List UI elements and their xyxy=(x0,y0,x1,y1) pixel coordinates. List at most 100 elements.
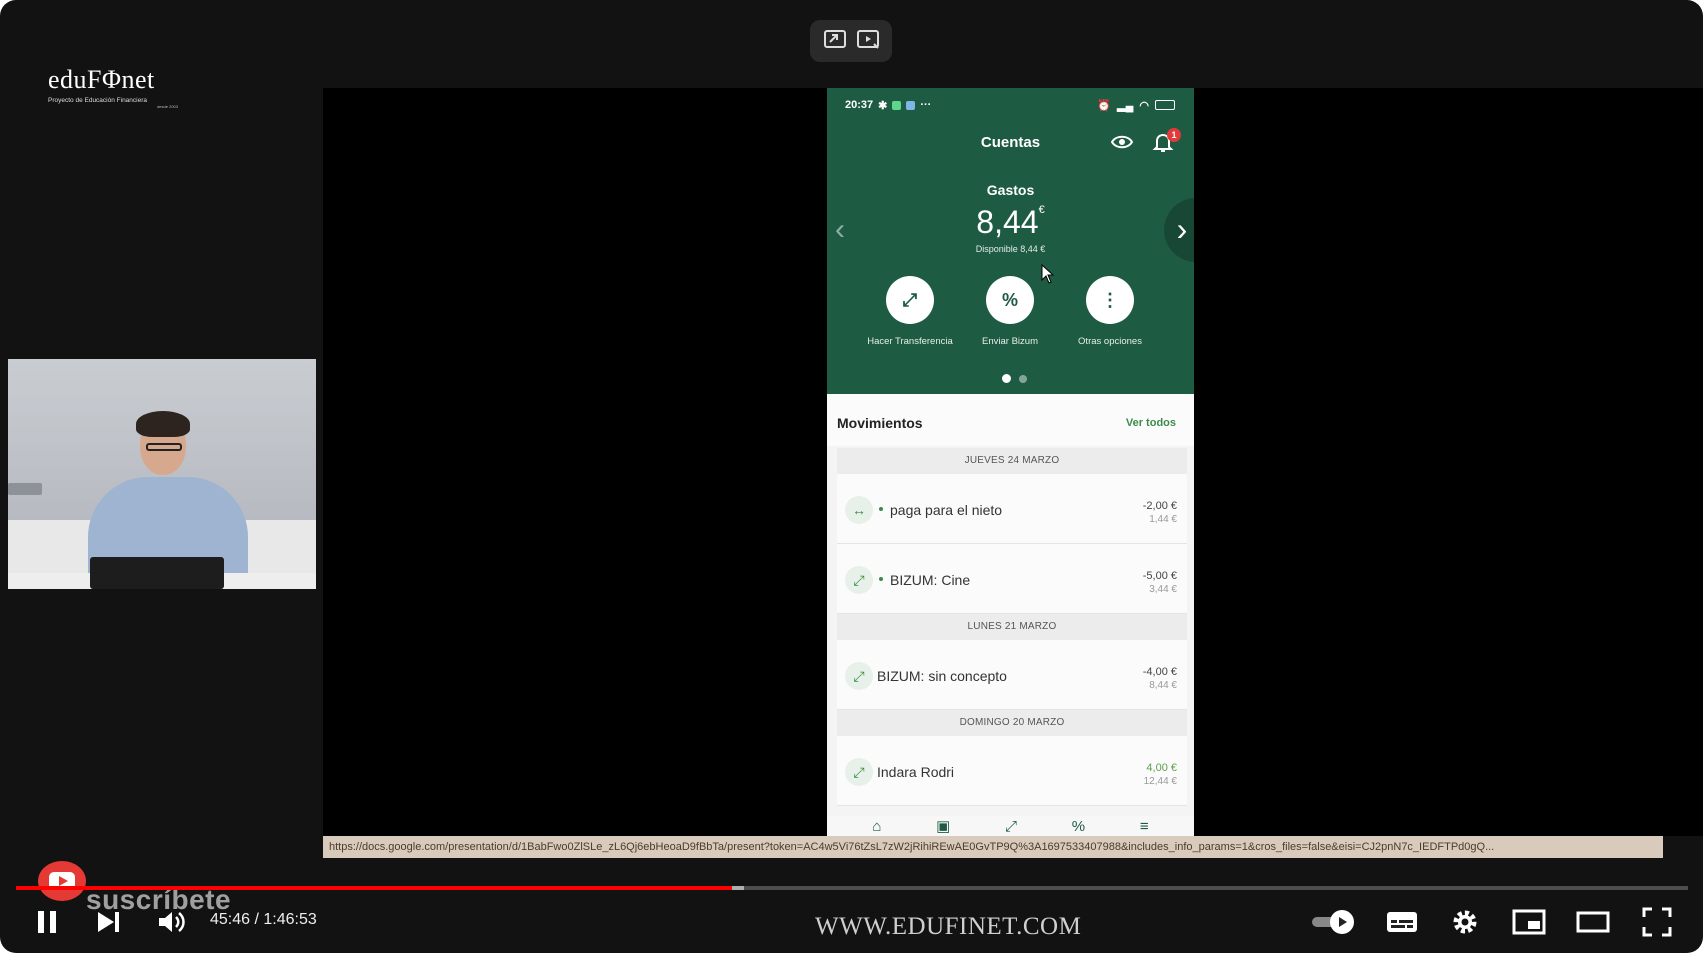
miniplayer-button[interactable] xyxy=(1511,904,1547,940)
autoplay-toggle[interactable] xyxy=(1310,909,1356,935)
volume-button[interactable] xyxy=(154,904,190,940)
video-player[interactable]: eduFΦnet Proyecto de Educación Financier… xyxy=(0,0,1706,953)
transaction-name: Indara Rodri xyxy=(877,764,955,780)
bizum-icon: ⤢ xyxy=(845,662,873,690)
app-notification-icon xyxy=(906,100,916,110)
next-button[interactable] xyxy=(92,904,126,940)
more-options-icon[interactable]: ⋮ xyxy=(1086,276,1134,324)
pause-icon xyxy=(38,911,56,933)
phone-screenshot: 20:37 ✱ ··· ⏰ ▂▄ ◠ Cuentas 1 ‹ › Gastos … xyxy=(827,88,1194,836)
presenter-hair xyxy=(136,411,190,437)
subtitles-button[interactable] xyxy=(1385,904,1419,940)
date-separator: JUEVES 24 MARZO xyxy=(837,448,1187,474)
volume-icon xyxy=(159,912,185,932)
edufinet-logo: eduFΦnet Proyecto de Educación Financier… xyxy=(48,65,188,110)
bizum-icon: ⤢ xyxy=(845,758,873,786)
transfer-action[interactable]: ⤢ Hacer Transferencia xyxy=(855,276,965,347)
logo-brand: eduFΦnet xyxy=(48,65,155,94)
fullscreen-icon xyxy=(1642,907,1672,937)
carousel-dot-active[interactable] xyxy=(1002,374,1011,383)
site-url-watermark: WWW.EDUFINET.COM xyxy=(815,913,1082,940)
date-separator: DOMINGO 20 MARZO xyxy=(837,710,1187,736)
logo-tagline: Proyecto de Educación Financiera xyxy=(48,97,148,104)
available-balance: Disponible 8,44 € xyxy=(975,244,1046,254)
status-time: 20:37 xyxy=(845,99,874,111)
date-separator: LUNES 21 MARZO xyxy=(837,614,1187,640)
transaction-name: BIZUM: sin concepto xyxy=(877,668,1007,684)
theater-icon xyxy=(1576,911,1610,933)
transaction-row[interactable]: ↔ paga para el nieto -2,00 € 1,44 € xyxy=(837,474,1187,544)
video-frame[interactable]: eduFΦnet Proyecto de Educación Financier… xyxy=(0,0,1703,953)
progress-buffered xyxy=(732,886,744,890)
notification-badge: 1 xyxy=(1167,128,1181,142)
transaction-balance: 12,44 € xyxy=(1143,776,1177,787)
wallet-icon[interactable]: ▣ xyxy=(936,817,950,835)
transfer-icon[interactable]: ⤢ xyxy=(886,276,934,324)
transaction-row[interactable]: ⤢ BIZUM: Cine -5,00 € 3,44 € xyxy=(837,544,1187,614)
more-notifications-icon: ··· xyxy=(920,99,932,111)
home-icon[interactable]: ⌂ xyxy=(872,818,881,835)
wall-switch xyxy=(8,483,42,495)
transaction-row[interactable]: ⤢ BIZUM: sin concepto -4,00 € 8,44 € xyxy=(837,640,1187,710)
next-icon xyxy=(98,912,119,932)
autoplay-icon xyxy=(1312,910,1354,934)
menu-icon[interactable]: ≡ xyxy=(1140,818,1149,835)
transaction-amount: -2,00 € xyxy=(1142,500,1177,512)
gear-icon xyxy=(1453,910,1477,934)
bluetooth-icon: ✱ xyxy=(878,99,888,112)
movements-header: Movimientos Ver todos xyxy=(827,394,1194,446)
battery-icon xyxy=(1155,100,1175,110)
see-all-link[interactable]: Ver todos xyxy=(1126,417,1176,429)
unread-dot xyxy=(879,577,883,581)
theater-mode-button[interactable] xyxy=(1575,904,1611,940)
app-notification-icon xyxy=(892,100,902,110)
slide-overlay-controls xyxy=(810,20,892,62)
presenter-webcam xyxy=(8,359,316,589)
transaction-name: BIZUM: Cine xyxy=(890,572,971,588)
transaction-amount: -4,00 € xyxy=(1142,666,1177,678)
transaction-amount: -5,00 € xyxy=(1142,570,1177,582)
bizum-icon: ⤢ xyxy=(845,566,873,594)
laptop xyxy=(90,557,224,589)
unread-dot xyxy=(879,507,883,511)
status-url-bar: https://docs.google.com/presentation/d/1… xyxy=(323,836,1663,858)
youtube-logo-icon[interactable] xyxy=(38,861,86,901)
internal-transfer-icon: ↔ xyxy=(845,496,873,524)
settings-button[interactable] xyxy=(1448,904,1482,940)
time-display: 45:46 / 1:46:53 xyxy=(210,911,317,928)
bizum-icon[interactable]: % xyxy=(1072,818,1085,835)
movements-panel: Movimientos Ver todos JUEVES 24 MARZO ↔ … xyxy=(827,394,1194,836)
eye-icon[interactable] xyxy=(1110,132,1134,152)
present-mode-icon[interactable] xyxy=(855,27,881,56)
presenter-glasses xyxy=(146,443,182,451)
miniplayer-icon xyxy=(1512,909,1546,935)
subtitles-icon xyxy=(1387,912,1417,932)
balance-value: 8,44 xyxy=(976,204,1039,240)
bizum-label: Enviar Bizum xyxy=(982,336,1038,347)
signal-icon: ▂▄ xyxy=(1117,99,1134,112)
logo-since: desde 2003 xyxy=(157,104,178,109)
status-bar: 20:37 ✱ ··· ⏰ ▂▄ ◠ xyxy=(845,96,1175,114)
wifi-icon: ◠ xyxy=(1139,99,1149,112)
progress-bar[interactable] xyxy=(16,886,1688,890)
bottom-nav: ⌂ ▣ ⤢ % ≡ xyxy=(827,816,1194,836)
transaction-row[interactable]: ⤢ Indara Rodri 4,00 € 12,44 € xyxy=(837,736,1187,806)
bizum-action[interactable]: % Enviar Bizum xyxy=(955,276,1065,347)
fullscreen-button[interactable] xyxy=(1639,904,1675,940)
more-options-action[interactable]: ⋮ Otras opciones xyxy=(1055,276,1165,347)
account-name: Gastos xyxy=(986,182,1035,198)
carousel-dot[interactable] xyxy=(1019,375,1027,383)
movements-title: Movimientos xyxy=(837,415,923,431)
progress-played xyxy=(16,886,732,890)
exit-present-icon[interactable] xyxy=(822,27,848,56)
bizum-icon[interactable]: % xyxy=(986,276,1034,324)
alarm-icon: ⏰ xyxy=(1097,99,1112,112)
transaction-amount: 4,00 € xyxy=(1146,762,1177,774)
balance-currency: € xyxy=(1038,204,1045,216)
account-balance: 8,44€ xyxy=(827,204,1194,241)
transfer-icon[interactable]: ⤢ xyxy=(1005,818,1017,835)
transaction-balance: 8,44 € xyxy=(1149,680,1177,691)
transaction-name: paga para el nieto xyxy=(890,502,1003,518)
pause-button[interactable] xyxy=(30,904,64,940)
page-title: Cuentas xyxy=(980,134,1041,151)
